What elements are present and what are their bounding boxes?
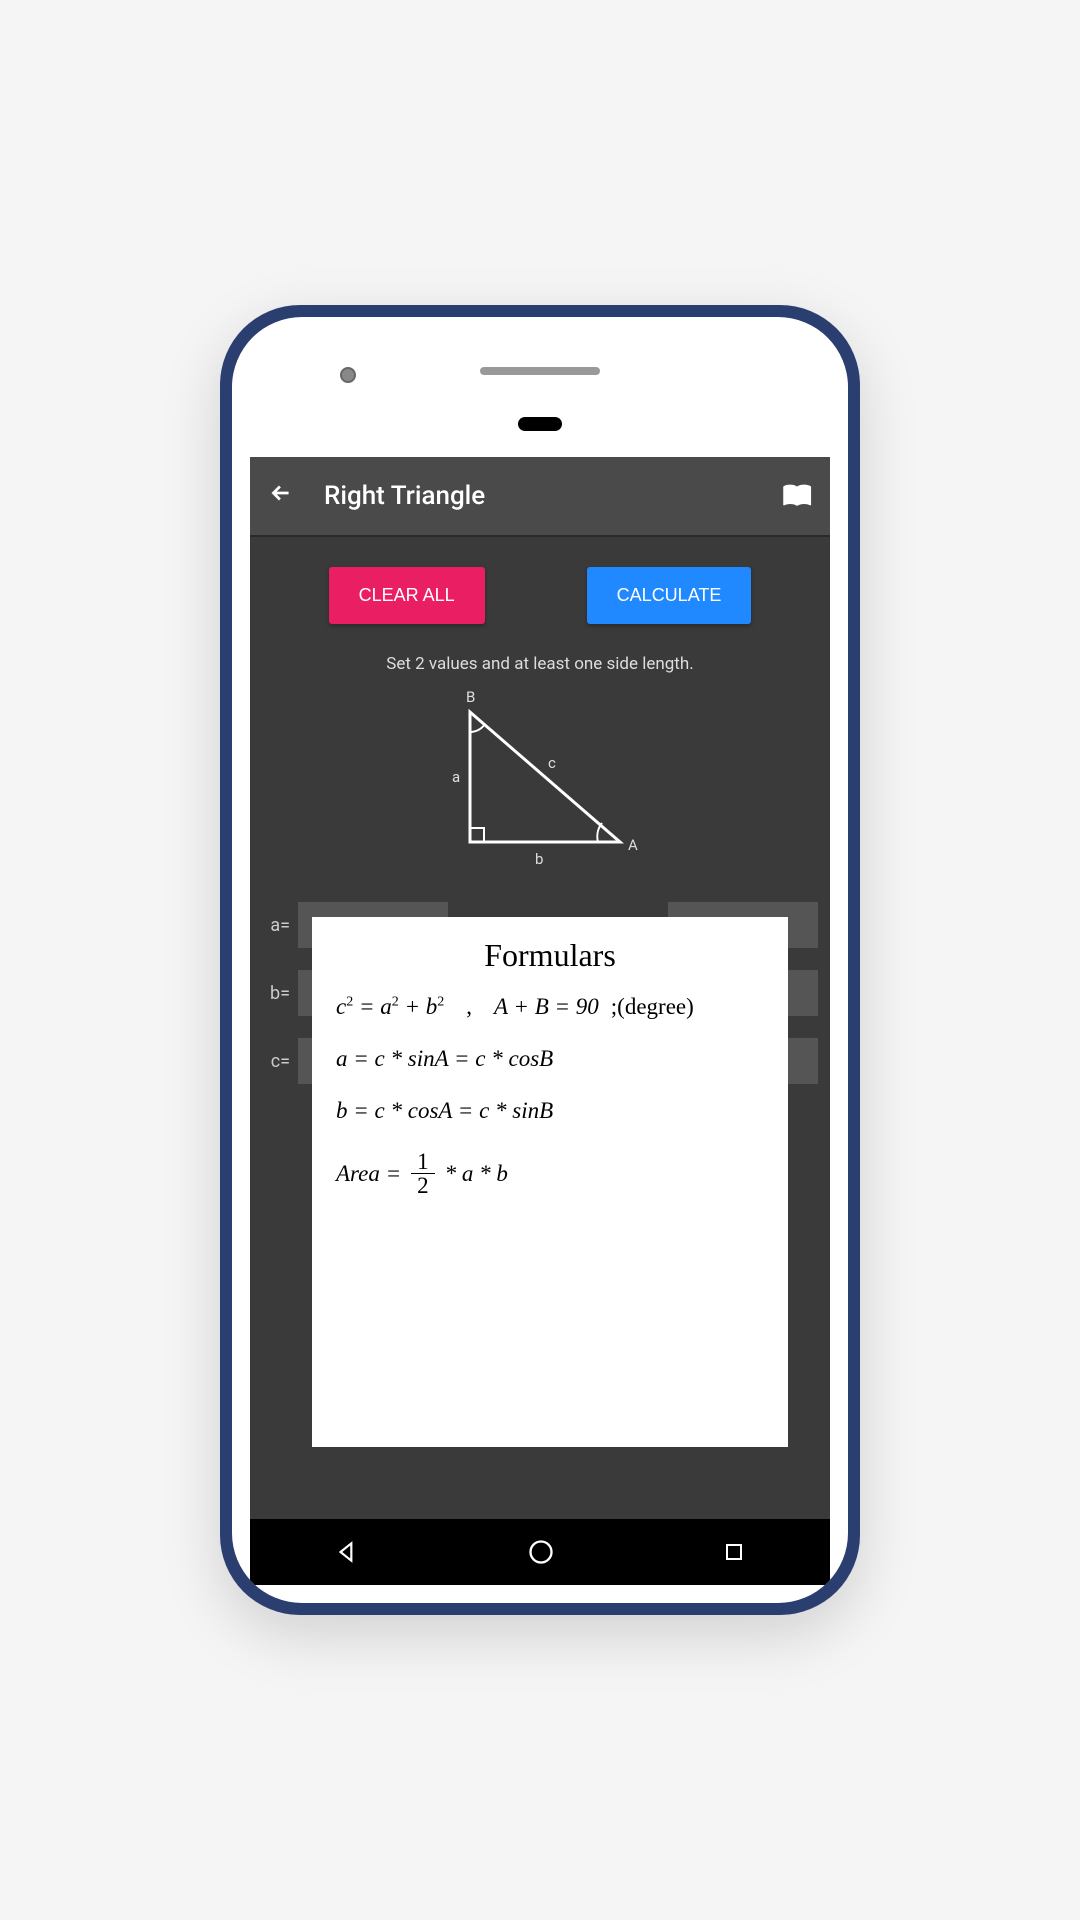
- formula-4: Area = 12 * a * b: [336, 1150, 764, 1197]
- formulas-title: Formulars: [336, 937, 764, 974]
- book-icon[interactable]: [782, 479, 812, 513]
- vertex-a-label: A: [628, 836, 638, 854]
- nav-recent-icon[interactable]: [722, 1540, 746, 1564]
- formula-3: b = c * cosA = c * sinB: [336, 1098, 764, 1124]
- triangle-diagram: B A a b c: [250, 682, 830, 882]
- side-c-label: c: [548, 754, 556, 772]
- formula-1: c2 = a2 + b2 , A + B = 90 ;(degree): [336, 994, 764, 1020]
- calculate-button[interactable]: CALCULATE: [587, 567, 752, 624]
- vertex-b-label: B: [466, 688, 475, 706]
- speaker-slot: [480, 367, 600, 375]
- nav-back-icon[interactable]: [334, 1539, 360, 1565]
- page-title: Right Triangle: [324, 481, 752, 511]
- side-a-label: a: [452, 768, 460, 786]
- sensor-pill: [518, 417, 562, 431]
- clear-all-button[interactable]: CLEAR ALL: [329, 567, 485, 624]
- side-b-label: b: [535, 850, 543, 868]
- formulas-popup: Formulars c2 = a2 + b2 , A + B = 90 ;(de…: [312, 917, 788, 1447]
- instruction-text: Set 2 values and at least one side lengt…: [250, 654, 830, 674]
- label-a: a=: [262, 915, 290, 936]
- formula-2: a = c * sinA = c * cosB: [336, 1046, 764, 1072]
- label-c: c=: [262, 1051, 290, 1072]
- button-row: CLEAR ALL CALCULATE: [250, 567, 830, 624]
- label-b: b=: [262, 983, 290, 1004]
- camera-dot: [340, 367, 356, 383]
- phone-frame: Right Triangle CLEAR ALL CALCULATE Set 2…: [220, 305, 860, 1615]
- back-arrow-icon[interactable]: [268, 480, 294, 513]
- nav-home-icon[interactable]: [527, 1538, 555, 1566]
- app-screen: Right Triangle CLEAR ALL CALCULATE Set 2…: [250, 457, 830, 1585]
- app-bar: Right Triangle: [250, 457, 830, 537]
- android-nav-bar: [250, 1519, 830, 1585]
- phone-bezel: Right Triangle CLEAR ALL CALCULATE Set 2…: [232, 317, 848, 1603]
